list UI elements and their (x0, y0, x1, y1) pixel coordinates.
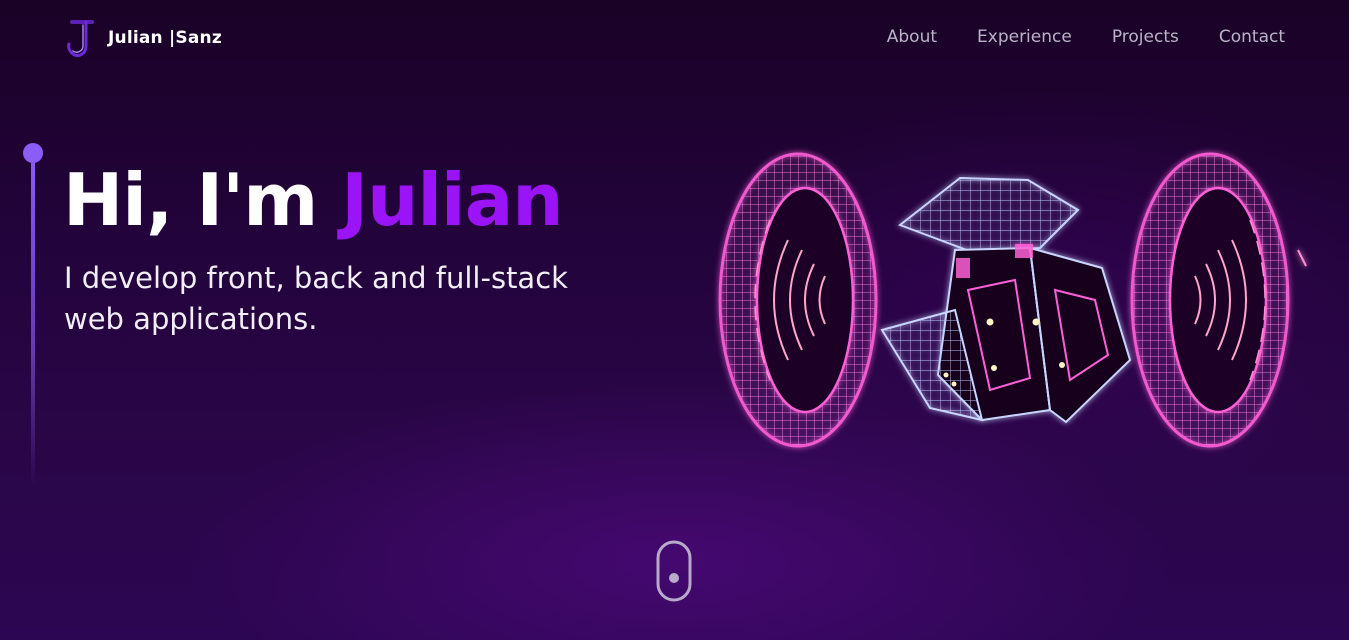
top-navigation: Julian |Sanz About Experience Projects C… (0, 0, 1349, 78)
mouse-scroll-icon (656, 540, 692, 602)
logo[interactable]: Julian |Sanz (64, 16, 222, 60)
left-ring (718, 152, 878, 448)
nav-link-experience[interactable]: Experience (977, 27, 1072, 47)
nav-link-about[interactable]: About (887, 27, 937, 47)
right-ring (1130, 152, 1307, 448)
hero-greeting: Hi, I'm (63, 158, 318, 242)
j-logo-icon (67, 20, 94, 58)
hero-side-line (23, 143, 43, 493)
nav-link-projects[interactable]: Projects (1112, 27, 1179, 47)
hero-name: Julian (341, 158, 563, 242)
hero-title: Hi, I'm Julian (63, 150, 564, 250)
logo-surname: Sanz (175, 28, 222, 48)
nav-link-contact[interactable]: Contact (1219, 27, 1285, 47)
nav-links: About Experience Projects Contact (887, 27, 1285, 47)
logo-text: Julian |Sanz (108, 28, 222, 48)
hero-subtitle: I develop front, back and full-stack web… (64, 261, 568, 336)
scroll-down-button[interactable] (656, 540, 692, 602)
logo-name: Julian (108, 28, 163, 48)
neon-wireframe-rings-icon (718, 152, 1307, 448)
side-line-bar (31, 157, 35, 487)
center-wireframe (880, 176, 1132, 424)
